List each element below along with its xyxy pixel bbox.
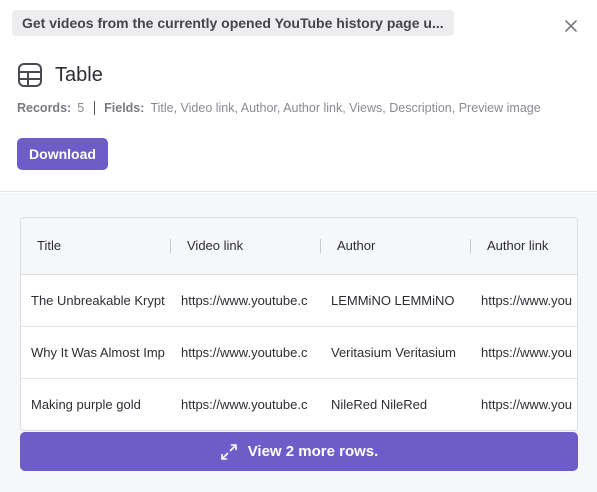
expand-icon (220, 443, 237, 460)
records-label: Records: (17, 101, 72, 115)
table-header-row: Title Video link Author Author link (21, 218, 577, 275)
table-cell[interactable]: LEMMiNO LEMMiNO (321, 274, 471, 327)
table-meta: Records: 5 Fields: Title, Video link, Au… (17, 101, 541, 115)
fields-list: Title, Video link, Author, Author link, … (150, 101, 541, 115)
table-row: Making purple gold https://www.youtube.c… (21, 378, 577, 430)
download-button[interactable]: Download (17, 138, 108, 170)
table-cell[interactable]: Why It Was Almost Imp (21, 326, 171, 379)
table-row: The Unbreakable Krypt https://www.youtub… (21, 274, 577, 327)
view-more-rows-button[interactable]: View 2 more rows. (20, 432, 578, 471)
table-row: Why It Was Almost Imp https://www.youtub… (21, 326, 577, 379)
close-icon[interactable] (562, 17, 580, 35)
table-cell[interactable]: https://www.you (471, 274, 577, 327)
table-cell[interactable]: Making purple gold (21, 378, 171, 430)
column-header-author-link[interactable]: Author link (471, 218, 577, 275)
table-cell[interactable]: https://www.youtube.c (171, 326, 321, 379)
result-header-panel: Get videos from the currently opened You… (0, 0, 597, 192)
title-row: Table (17, 62, 103, 88)
column-header-title[interactable]: Title (21, 218, 171, 275)
table-cell[interactable]: https://www.you (471, 326, 577, 379)
table-icon (18, 63, 42, 87)
table-preview-panel: Title Video link Author Author link The … (0, 193, 597, 492)
data-table[interactable]: Title Video link Author Author link The … (20, 217, 578, 431)
column-header-author[interactable]: Author (321, 218, 471, 275)
table-cell[interactable]: NileRed NileRed (321, 378, 471, 430)
table-cell[interactable]: https://www.you (471, 378, 577, 430)
column-header-video-link[interactable]: Video link (171, 218, 321, 275)
table-cell[interactable]: https://www.youtube.c (171, 378, 321, 430)
page-title: Table (55, 63, 103, 86)
table-cell[interactable]: Veritasium Veritasium (321, 326, 471, 379)
fields-label: Fields: (104, 101, 145, 115)
task-description-chip: Get videos from the currently opened You… (12, 10, 454, 36)
view-more-rows-label: View 2 more rows. (247, 443, 379, 460)
records-count: 5 (77, 101, 85, 115)
meta-divider (94, 101, 96, 115)
table-cell[interactable]: https://www.youtube.c (171, 274, 321, 327)
table-cell[interactable]: The Unbreakable Krypt (21, 274, 171, 327)
